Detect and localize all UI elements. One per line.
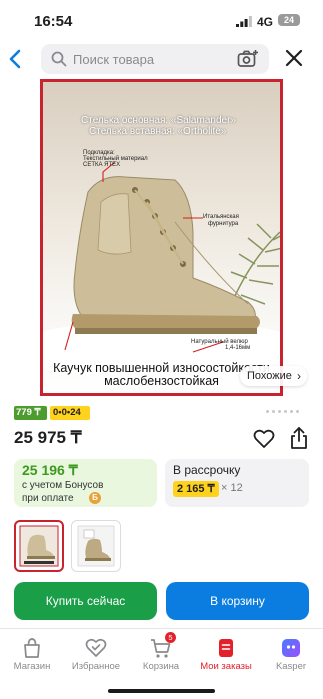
add-to-cart-button[interactable]: В корзину [166,582,309,620]
tab-favorites-label: Избранное [71,661,121,672]
tab-favorites[interactable]: Избранное [64,635,128,677]
thumbnail-1[interactable] [14,520,64,572]
status-bar: 16:54 4G 24 [0,0,323,40]
tab-shop-label: Магазин [13,661,51,672]
share-icon[interactable] [290,427,308,449]
insole-main-text: Стелька основная: «Salamander» [81,115,236,126]
tab-orders[interactable]: Мои заказы [194,635,258,677]
tab-shop[interactable]: Магазин [0,635,64,677]
orders-icon [219,639,233,657]
bonus-coin-icon: Б [89,492,101,504]
installment-multiplier: × 12 [221,482,243,494]
signal-icon [236,16,252,27]
boot-thumbnail-icon [77,525,115,567]
insole-insert-text: Стелька вставная: «Ortholite» [89,126,227,137]
similar-label: Похожие [247,370,292,382]
tab-cart[interactable]: 5 Корзина [129,632,193,677]
thumbnail-2[interactable] [71,520,121,572]
tab-cart-label: Корзина [142,661,180,672]
camera-search-icon[interactable] [237,49,259,69]
battery-icon: 24 [278,14,300,26]
shop-icon [24,638,40,658]
status-time: 16:54 [34,13,73,30]
search-icon [51,51,67,67]
bonus-note-1: с учетом Бонусов [22,480,104,491]
home-indicator [108,689,215,693]
close-icon[interactable] [284,48,304,68]
kasper-icon [282,639,300,657]
installment-badge: 0•0•24 [50,406,90,420]
search-bar[interactable] [41,44,269,74]
buy-now-button[interactable]: Купить сейчас [14,582,157,620]
installment-amount: 2 165 ₸ [173,481,219,497]
chevron-right-icon: › [297,369,301,383]
back-chevron-icon[interactable] [6,48,26,70]
bonus-price-card[interactable]: 25 196 ₸ с учетом Бонусов при оплате Б [14,459,157,507]
product-image[interactable]: Стелька основная: «Salamander» Стелька в… [40,79,283,396]
favorite-heart-icon[interactable] [253,429,275,449]
velour-label-2: 1,4-16мм [225,345,251,351]
fittings-label-1: Итальянская [203,214,239,220]
tab-kasper-label: Kasper [275,661,307,672]
product-price: 25 975 ₸ [14,428,82,447]
similar-products-button[interactable]: Похожие › [240,366,307,386]
tab-orders-label: Мои заказы [200,661,252,672]
lining-label-3: СЕТКА ЯТЕХ [83,162,121,168]
network-type: 4G [257,15,274,29]
fittings-label-2: фурнитура [208,221,239,227]
bonus-price: 25 196 ₸ [22,462,78,478]
boot-thumbnail-icon [19,525,59,567]
search-input[interactable] [73,44,233,74]
installment-title: В рассрочку [173,463,241,477]
rating-badge: 779 ₸ [14,406,47,420]
installment-card[interactable]: В рассрочку 2 165 ₸ × 12 [165,459,309,507]
cart-count-badge: 5 [165,632,176,643]
tab-kasper[interactable]: Kasper [259,635,323,677]
bonus-note-2: при оплате [22,493,74,504]
heart-check-icon [85,638,107,657]
